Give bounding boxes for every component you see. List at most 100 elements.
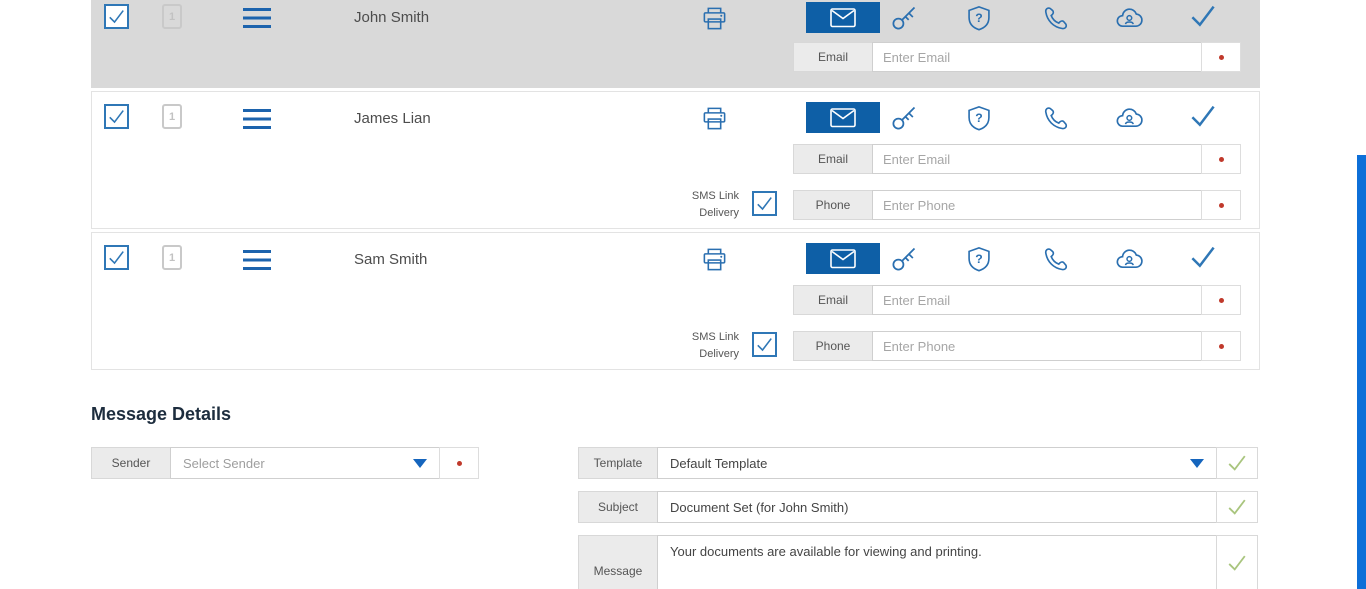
chevron-down-icon[interactable] bbox=[413, 459, 427, 468]
recipient-select-checkbox[interactable] bbox=[104, 245, 129, 270]
template-select-value: Default Template bbox=[670, 456, 767, 471]
email-required-indicator bbox=[1201, 285, 1241, 315]
checkmark-icon bbox=[107, 248, 126, 267]
checkmark-icon bbox=[755, 335, 774, 354]
phone-call-icon[interactable] bbox=[1039, 3, 1069, 33]
required-dot-icon bbox=[457, 461, 462, 466]
phone-input[interactable] bbox=[872, 190, 1202, 220]
phone-required-indicator bbox=[1201, 331, 1241, 361]
confirm-check-icon[interactable] bbox=[1188, 242, 1218, 272]
access-key-icon[interactable] bbox=[889, 244, 919, 274]
phone-label: Phone bbox=[793, 331, 873, 361]
access-key-icon[interactable] bbox=[889, 3, 919, 33]
drag-handle-icon[interactable] bbox=[242, 108, 272, 130]
email-label: Email bbox=[793, 285, 873, 315]
access-key-icon[interactable] bbox=[889, 103, 919, 133]
email-label: Email bbox=[793, 144, 873, 174]
required-dot-icon bbox=[1219, 203, 1224, 208]
required-dot-icon bbox=[1219, 157, 1224, 162]
subject-input[interactable] bbox=[657, 491, 1217, 523]
email-field-row: Email bbox=[793, 42, 1241, 72]
recipient-select-checkbox[interactable] bbox=[104, 104, 129, 129]
scrollbar-thumb[interactable] bbox=[1357, 155, 1366, 589]
document-count: 1 bbox=[169, 111, 175, 123]
template-select[interactable]: Default Template bbox=[657, 447, 1217, 479]
email-delivery-button[interactable] bbox=[806, 2, 880, 33]
message-details-heading: Message Details bbox=[91, 404, 231, 425]
recipient-row-0: 1 John Smith Email bbox=[91, 0, 1260, 88]
recipient-name: James Lian bbox=[354, 110, 431, 127]
message-field-row: Message Your documents are available for… bbox=[578, 535, 1258, 589]
security-question-icon[interactable] bbox=[964, 244, 994, 274]
email-input[interactable] bbox=[872, 144, 1202, 174]
document-count: 1 bbox=[169, 11, 175, 23]
email-field-row: Email bbox=[793, 144, 1241, 174]
sender-field-row: Sender Select Sender bbox=[91, 447, 479, 479]
phone-required-indicator bbox=[1201, 190, 1241, 220]
confirm-check-icon[interactable] bbox=[1188, 1, 1218, 31]
cloud-account-icon[interactable] bbox=[1114, 244, 1144, 274]
sms-link-delivery-checkbox[interactable] bbox=[752, 332, 777, 357]
document-count-icon: 1 bbox=[162, 104, 182, 129]
email-label: Email bbox=[793, 42, 873, 72]
sms-link-delivery-label: SMS Link Delivery bbox=[649, 329, 739, 363]
recipient-name: Sam Smith bbox=[354, 251, 427, 268]
email-input[interactable] bbox=[872, 42, 1202, 72]
email-required-indicator bbox=[1201, 42, 1241, 72]
checkmark-icon bbox=[755, 194, 774, 213]
envelope-icon bbox=[830, 249, 856, 269]
printer-icon[interactable] bbox=[699, 244, 729, 274]
phone-field-row: Phone bbox=[793, 331, 1241, 361]
document-delivery-screen: 1 John Smith Email 1 James Lian Email bbox=[0, 0, 1366, 589]
required-dot-icon bbox=[1219, 344, 1224, 349]
sender-select[interactable]: Select Sender bbox=[170, 447, 440, 479]
document-count: 1 bbox=[169, 252, 175, 264]
valid-check-icon bbox=[1226, 452, 1248, 474]
phone-label: Phone bbox=[793, 190, 873, 220]
checkmark-icon bbox=[107, 7, 126, 26]
template-field-row: Template Default Template bbox=[578, 447, 1258, 479]
required-dot-icon bbox=[1219, 55, 1224, 60]
document-count-icon: 1 bbox=[162, 4, 182, 29]
security-question-icon[interactable] bbox=[964, 3, 994, 33]
document-count-icon: 1 bbox=[162, 245, 182, 270]
cloud-account-icon[interactable] bbox=[1114, 103, 1144, 133]
printer-icon[interactable] bbox=[699, 103, 729, 133]
valid-check-icon bbox=[1226, 496, 1248, 518]
email-delivery-button[interactable] bbox=[806, 243, 880, 274]
phone-field-row: Phone bbox=[793, 190, 1241, 220]
recipient-select-checkbox[interactable] bbox=[104, 4, 129, 29]
message-label: Message bbox=[578, 535, 658, 589]
email-delivery-button[interactable] bbox=[806, 102, 880, 133]
email-input[interactable] bbox=[872, 285, 1202, 315]
phone-input[interactable] bbox=[872, 331, 1202, 361]
phone-call-icon[interactable] bbox=[1039, 103, 1069, 133]
phone-call-icon[interactable] bbox=[1039, 244, 1069, 274]
template-valid-indicator bbox=[1216, 447, 1258, 479]
email-required-indicator bbox=[1201, 144, 1241, 174]
recipient-row-1: 1 James Lian Email SMS Link Delivery Pho… bbox=[91, 91, 1260, 229]
sender-label: Sender bbox=[91, 447, 171, 479]
printer-icon[interactable] bbox=[699, 3, 729, 33]
cloud-account-icon[interactable] bbox=[1114, 3, 1144, 33]
drag-handle-icon[interactable] bbox=[242, 7, 272, 29]
template-label: Template bbox=[578, 447, 658, 479]
sender-select-value: Select Sender bbox=[183, 456, 265, 471]
sms-link-delivery-label: SMS Link Delivery bbox=[649, 188, 739, 222]
security-question-icon[interactable] bbox=[964, 103, 994, 133]
envelope-icon bbox=[830, 108, 856, 128]
confirm-check-icon[interactable] bbox=[1188, 101, 1218, 131]
subject-valid-indicator bbox=[1216, 491, 1258, 523]
sender-required-indicator bbox=[439, 447, 479, 479]
envelope-icon bbox=[830, 8, 856, 28]
subject-field-row: Subject bbox=[578, 491, 1258, 523]
sms-link-delivery-checkbox[interactable] bbox=[752, 191, 777, 216]
message-textarea[interactable]: Your documents are available for viewing… bbox=[657, 535, 1217, 589]
recipient-name: John Smith bbox=[354, 9, 429, 26]
message-valid-indicator bbox=[1216, 535, 1258, 589]
chevron-down-icon[interactable] bbox=[1190, 459, 1204, 468]
checkmark-icon bbox=[107, 107, 126, 126]
drag-handle-icon[interactable] bbox=[242, 249, 272, 271]
email-field-row: Email bbox=[793, 285, 1241, 315]
required-dot-icon bbox=[1219, 298, 1224, 303]
